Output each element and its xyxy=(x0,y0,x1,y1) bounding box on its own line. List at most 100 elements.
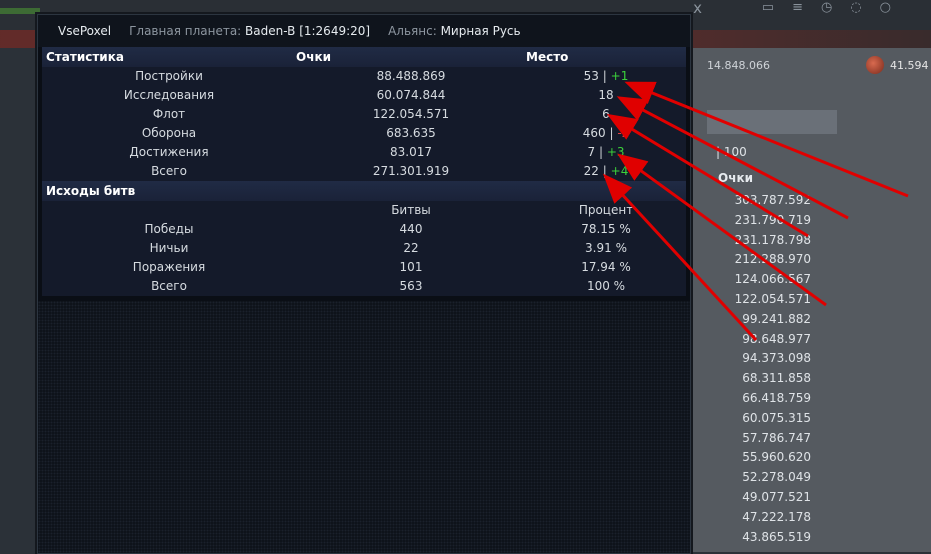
battle-label: Победы xyxy=(144,222,194,236)
battle-percent: 78.15 % xyxy=(581,222,631,236)
stats-row: Флот 122.054.571 6 xyxy=(42,105,686,124)
stat-label: Исследования xyxy=(123,88,215,102)
battle-row: Победы 440 78.15 % xyxy=(42,220,686,239)
points-list-item: 60.075.315 xyxy=(742,410,811,425)
stats-row: Оборона 683.635 460 | -2 xyxy=(42,124,686,143)
place-value: 53 xyxy=(583,69,599,83)
battle-count: 22 xyxy=(403,241,419,255)
toolbar-icons: ▭ ≡ ◷ ◌ ○ xyxy=(762,0,891,18)
place-change: +1 xyxy=(610,69,629,83)
points-list-item: 55.960.620 xyxy=(742,450,811,465)
points-list-item: 231.178.798 xyxy=(734,232,811,247)
place-separator: | xyxy=(609,126,614,140)
battles-header: Исходы битв xyxy=(42,181,686,201)
place-header: Место xyxy=(526,50,569,64)
stat-points: 683.635 xyxy=(386,126,436,140)
stat-label: Всего xyxy=(151,164,187,178)
points-list-item: 49.077.521 xyxy=(742,489,811,504)
stat-points: 88.488.869 xyxy=(376,69,446,83)
modal-background-pattern xyxy=(38,301,690,553)
planet-resource: 41.594 xyxy=(866,56,929,74)
home-planet-value[interactable]: Baden-B [1:2649:20] xyxy=(245,24,370,38)
alliance-value[interactable]: Мирная Русь xyxy=(441,24,521,38)
points-list: 303.787.592 231.790.719 231.178.798 212.288… xyxy=(707,191,837,547)
stat-place: 18 xyxy=(526,86,686,105)
planet-resource-value: 41.594 xyxy=(890,58,929,72)
points-list-item: 124.066.567 xyxy=(734,272,811,287)
highscore-tab-band xyxy=(707,110,837,134)
battle-label: Всего xyxy=(151,279,187,293)
stat-place: 6 xyxy=(526,105,686,124)
stat-points: 83.017 xyxy=(390,145,432,159)
stat-points: 60.074.844 xyxy=(376,88,446,102)
stats-row: Постройки 88.488.869 53 | +1 xyxy=(42,67,686,86)
points-list-item: 52.278.049 xyxy=(742,470,811,485)
battle-row: Ничьи 22 3.91 % xyxy=(42,239,686,258)
points-list-item: 122.054.571 xyxy=(734,291,811,306)
stat-points: 271.301.919 xyxy=(372,164,450,178)
battles-col-headers: Битвы Процент xyxy=(42,201,686,220)
points-list-item: 212.288.970 xyxy=(734,252,811,267)
stats-table: Постройки 88.488.869 53 | +1 Исследования 60… xyxy=(42,67,686,181)
place-value: 18 xyxy=(598,88,614,102)
stat-label: Постройки xyxy=(135,69,203,83)
stats-title: Статистика xyxy=(46,50,124,64)
player-info-header: VsePoxel Главная планета: Baden-B [1:264… xyxy=(38,15,690,47)
battles-table: Битвы Процент Победы 440 78.15 % Ничьи 22 3.9… xyxy=(42,201,686,296)
battles-title: Исходы битв xyxy=(46,184,136,198)
points-list-item: 99.241.882 xyxy=(742,311,811,326)
stat-label: Достижения xyxy=(129,145,209,159)
stat-points: 122.054.571 xyxy=(372,107,450,121)
battle-percent: 100 % xyxy=(586,279,626,293)
place-separator: | xyxy=(602,164,607,178)
menu-icon[interactable]: ≡ xyxy=(792,0,803,18)
place-change: -2 xyxy=(617,126,630,140)
battle-count: 440 xyxy=(399,222,423,236)
points-header: Очки xyxy=(296,50,331,64)
settings-icon[interactable]: ◌ xyxy=(850,0,861,18)
points-list-item: 66.418.759 xyxy=(742,390,811,405)
mail-icon[interactable]: ▭ xyxy=(762,0,774,18)
points-list-item: 47.222.178 xyxy=(742,509,811,524)
points-column-header: Очки xyxy=(718,171,753,185)
points-list-item: 303.787.592 xyxy=(734,193,811,207)
place-separator: | xyxy=(598,145,603,159)
info-icon[interactable]: ○ xyxy=(880,0,891,18)
place-separator: | xyxy=(602,69,607,83)
battle-count: 563 xyxy=(399,279,423,293)
clock-icon[interactable]: ◷ xyxy=(821,0,832,18)
points-list-item: 57.786.747 xyxy=(742,430,811,445)
stats-row: Исследования 60.074.844 18 xyxy=(42,86,686,105)
battle-label: Поражения xyxy=(132,260,206,274)
alliance-label: Альянс: xyxy=(388,24,437,38)
points-list-item: 94.373.098 xyxy=(742,351,811,366)
player-stats-modal: x VsePoxel Главная планета: Baden-B [1:2… xyxy=(37,0,702,554)
battles-percent-header: Процент xyxy=(578,203,634,217)
close-icon[interactable]: x xyxy=(693,0,702,17)
place-value: 7 xyxy=(587,145,596,159)
planet-icon[interactable] xyxy=(866,56,884,74)
energy-bar xyxy=(0,8,40,14)
battle-percent: 3.91 % xyxy=(585,241,627,255)
place-value: 22 xyxy=(583,164,599,178)
stats-header: Статистика Очки Место xyxy=(42,47,686,67)
stat-place: 7 | +3 xyxy=(526,143,686,162)
battle-row: Всего 563 100 % xyxy=(42,277,686,296)
stat-place: 460 | -2 xyxy=(526,124,686,143)
stat-place: 22 | +4 xyxy=(526,162,686,181)
points-list-item: 231.790.719 xyxy=(734,212,811,227)
stat-label: Оборона xyxy=(141,126,197,140)
place-change: +4 xyxy=(610,164,629,178)
place-value: 460 xyxy=(582,126,606,140)
stats-row: Всего 271.301.919 22 | +4 xyxy=(42,162,686,181)
battle-row: Поражения 101 17.94 % xyxy=(42,258,686,277)
player-name: VsePoxel xyxy=(58,24,112,38)
stat-place: 53 | +1 xyxy=(526,67,686,86)
points-list-item: 43.865.519 xyxy=(742,529,811,544)
per-page-selector[interactable]: | 100 xyxy=(716,145,747,159)
resource-value: 14.848.066 xyxy=(707,59,770,72)
battle-percent: 17.94 % xyxy=(581,260,631,274)
stat-label: Флот xyxy=(152,107,186,121)
battles-col-empty xyxy=(42,201,296,220)
battle-count: 101 xyxy=(399,260,423,274)
